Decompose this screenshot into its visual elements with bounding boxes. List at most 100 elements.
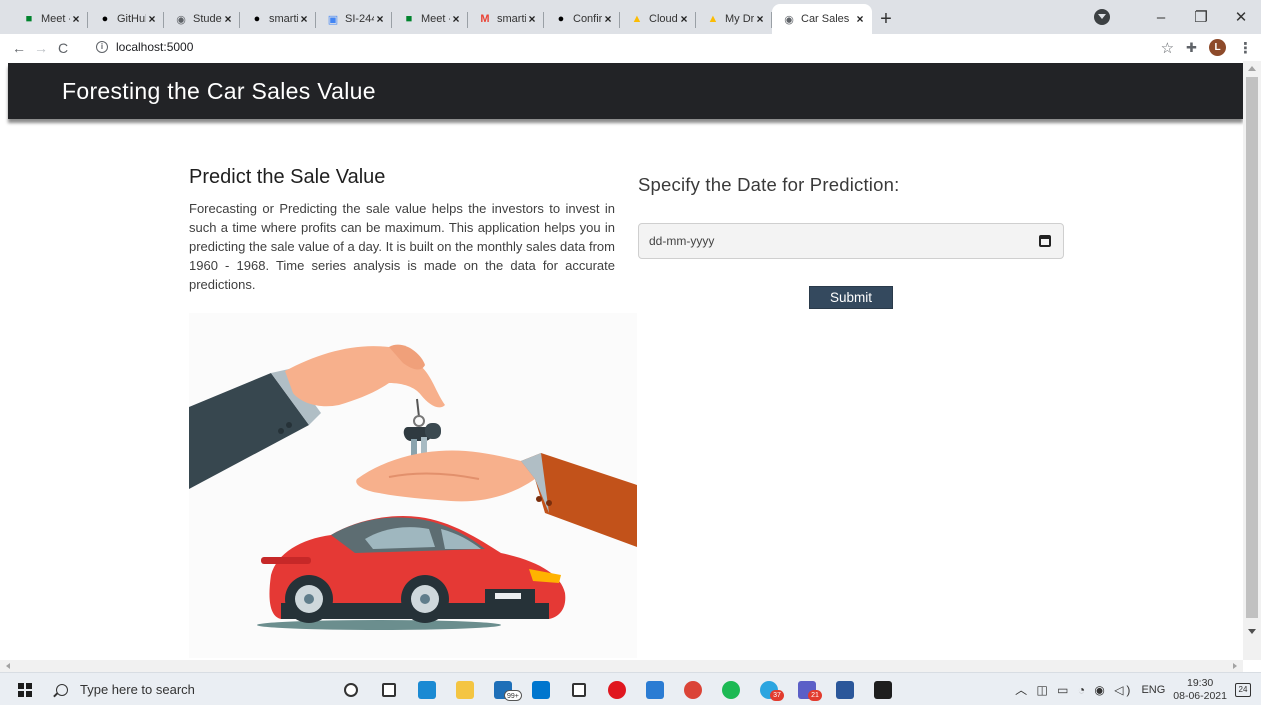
scroll-right-arrow-icon[interactable] (1233, 663, 1237, 669)
clock-date: 08-06-2021 (1173, 689, 1227, 702)
word-icon[interactable] (826, 673, 864, 705)
tab-close-icon[interactable]: × (678, 12, 690, 26)
browser-tab[interactable]: ▣ SI-2442-× (316, 4, 392, 34)
vertical-scrollbar[interactable] (1243, 61, 1261, 660)
tray-icons[interactable]: ︿ ◫ ▭ ◔ ◉ ◁) (1015, 681, 1133, 698)
meet-icon: ■ (405, 13, 413, 25)
tab-title: smartinte (497, 13, 526, 25)
dell-icon[interactable] (522, 673, 560, 705)
telegram-icon[interactable]: 37 (750, 673, 788, 705)
tab-search-icon[interactable] (1094, 9, 1110, 25)
globe-icon: ◉ (784, 13, 794, 26)
browser-tab[interactable]: ◉ Student D× (164, 4, 240, 34)
app-glyph (456, 680, 474, 699)
windows-start-icon[interactable] (18, 683, 32, 697)
site-info-icon[interactable]: i (96, 41, 108, 53)
scrollbar-thumb[interactable] (1246, 77, 1258, 618)
profile-avatar[interactable]: L (1209, 39, 1226, 56)
cortana-icon[interactable] (332, 673, 370, 705)
search-placeholder: Type here to search (80, 682, 195, 697)
calendar-icon[interactable] (1039, 235, 1051, 247)
tab-close-icon[interactable]: × (374, 12, 386, 26)
horizontal-scrollbar[interactable] (0, 660, 1243, 672)
window-controls: – ❐ ✕ (1141, 0, 1261, 34)
app-glyph (382, 682, 396, 697)
tab-close-icon[interactable]: × (222, 12, 234, 26)
scroll-down-arrow-icon[interactable] (1248, 629, 1256, 634)
tab-close-icon[interactable]: × (854, 12, 866, 26)
meet-icon: ■ (25, 13, 33, 25)
tab-title: GitHub (117, 13, 146, 25)
browser-tab[interactable]: ▲ Cloud Sto× (620, 4, 696, 34)
browser-tab[interactable]: Msmartinte× (468, 4, 544, 34)
receiving-hand (356, 450, 535, 502)
task-view-icon[interactable] (370, 673, 408, 705)
tab-title: Meet - Cl (41, 13, 70, 25)
close-window-button[interactable]: ✕ (1221, 8, 1261, 26)
submit-button[interactable]: Submit (809, 286, 893, 309)
taskbar-search-box[interactable]: Type here to search (48, 673, 320, 705)
chrome-icon[interactable] (674, 673, 712, 705)
new-tab-button[interactable]: + (872, 4, 900, 34)
back-arrow-icon[interactable]: ← (8, 40, 30, 56)
tab-close-icon[interactable]: × (602, 12, 614, 26)
address-bar[interactable]: i localhost:5000 (96, 36, 1166, 58)
reload-icon[interactable]: C (52, 40, 74, 56)
browser-tab[interactable]: ● GitHub× (88, 4, 164, 34)
store-icon[interactable]: 99+ (484, 673, 522, 705)
browser-tab[interactable]: ● Confirm× (544, 4, 620, 34)
github-icon: ● (557, 13, 565, 25)
toolbar-actions: ☆ ✚ L ⋮ (1161, 34, 1253, 61)
language-indicator[interactable]: ENG (1141, 684, 1165, 696)
giving-hand (285, 346, 445, 408)
date-prompt-label: Specify the Date for Prediction: (638, 174, 900, 195)
github-icon: ● (253, 13, 261, 25)
page-title: Foresting the Car Sales Value (62, 78, 376, 104)
maximize-button[interactable]: ❐ (1181, 8, 1221, 26)
teams-icon[interactable]: 21 (788, 673, 826, 705)
tab-close-icon[interactable]: × (754, 12, 766, 26)
minimize-button[interactable]: – (1141, 9, 1181, 26)
app-glyph (684, 680, 702, 699)
tab-close-icon[interactable]: × (298, 12, 310, 26)
browser-tab[interactable]: ■ Meet - Cl× (12, 4, 88, 34)
spotify-icon[interactable] (712, 673, 750, 705)
scroll-left-arrow-icon[interactable] (6, 663, 10, 669)
tab-title: SI-2442- (345, 13, 374, 25)
system-tray: ︿ ◫ ▭ ◔ ◉ ◁) ENG 19:30 08-06-2021 24 (1015, 673, 1251, 705)
tab-close-icon[interactable]: × (70, 12, 82, 26)
tab-close-icon[interactable]: × (450, 12, 462, 26)
forward-arrow-icon[interactable]: → (30, 40, 52, 56)
date-input-field[interactable]: dd-mm-yyyy (638, 223, 1064, 259)
tab-close-icon[interactable]: × (146, 12, 158, 26)
gmail-icon: M (480, 13, 490, 25)
section-heading: Predict the Sale Value (189, 166, 386, 188)
opera-icon[interactable] (598, 673, 636, 705)
prediction-form: Specify the Date for Prediction: dd-mm-y… (638, 174, 1064, 309)
doc-icon: ▣ (327, 13, 339, 26)
clock-time: 19:30 (1187, 676, 1214, 689)
bookmark-star-icon[interactable]: ☆ (1161, 39, 1174, 57)
app-glyph (572, 682, 586, 697)
clock[interactable]: 19:30 08-06-2021 (1173, 677, 1227, 703)
browser-tab[interactable]: ■ Meet - st× (392, 4, 468, 34)
app-badge: 99+ (504, 690, 522, 701)
car-keys-icon (403, 398, 441, 459)
tab-close-icon[interactable]: × (526, 12, 538, 26)
file-explorer-icon[interactable] (446, 673, 484, 705)
date-placeholder: dd-mm-yyyy (649, 234, 715, 248)
active-browser-tab[interactable]: ◉ Car Sales × (772, 4, 872, 34)
browser-tab[interactable]: ▲ My Drive× (696, 4, 772, 34)
terminal-icon[interactable] (864, 673, 902, 705)
scroll-up-arrow-icon[interactable] (1248, 66, 1256, 71)
app-glyph (532, 680, 550, 699)
notification-center-icon[interactable]: 24 (1235, 682, 1251, 697)
browser-tab[interactable]: ● smartinte× (240, 4, 316, 34)
edge-icon[interactable] (408, 673, 446, 705)
browser-menu-icon[interactable]: ⋮ (1238, 39, 1253, 57)
url-text[interactable]: localhost:5000 (116, 40, 193, 54)
notepad-icon[interactable] (560, 673, 598, 705)
snipping-icon[interactable] (636, 673, 674, 705)
browser-tab-strip: ■Meet - Cl×●GitHub×◉Student D×●smartinte… (0, 0, 1261, 34)
extensions-icon[interactable]: ✚ (1186, 40, 1197, 56)
